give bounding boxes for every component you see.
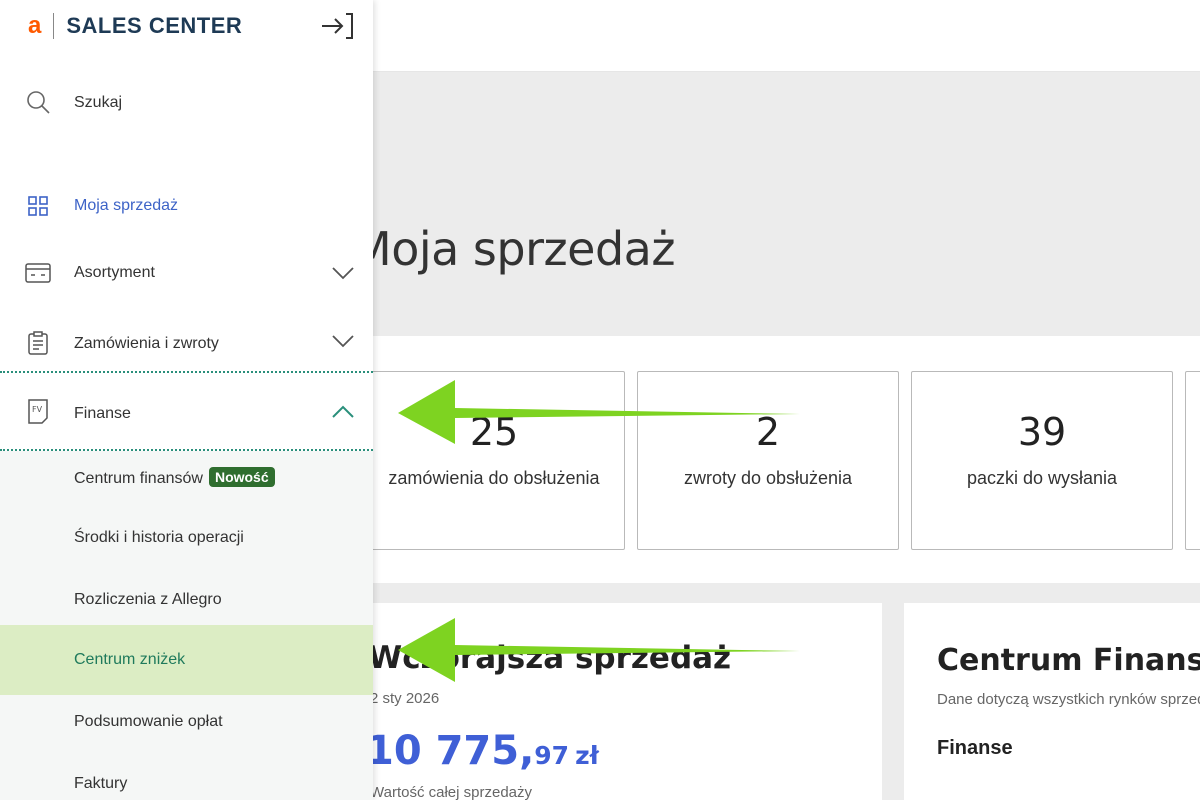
- svg-text:FV: FV: [32, 405, 43, 414]
- grid-icon: [28, 196, 48, 216]
- sidebar-subitem-centrum-finansow[interactable]: Centrum finansów Nowość: [0, 451, 373, 513]
- sidebar-item-zamowienia[interactable]: Zamówienia i zwroty: [0, 313, 373, 373]
- search-label: Szukaj: [74, 94, 123, 111]
- sidebar-item-finanse[interactable]: FV Finanse: [0, 371, 373, 451]
- chevron-up-icon: [332, 405, 354, 418]
- stat-card-orders[interactable]: 25 zamówienia do obsłużenia: [363, 371, 625, 550]
- search-item[interactable]: Szukaj: [0, 74, 373, 134]
- sidebar-item-label: Moja sprzedaż: [74, 197, 179, 214]
- sidebar-item-asortyment[interactable]: Asortyment: [0, 243, 373, 303]
- stat-label: zamówienia do obsłużenia: [388, 468, 600, 488]
- sidebar-item-label: Finanse: [74, 405, 131, 422]
- sidebar-subitem-label: Centrum zniżek: [74, 651, 186, 668]
- sidebar-subitem-text: Centrum finansów: [74, 470, 203, 487]
- invoice-icon: FV: [28, 399, 48, 424]
- finance-card-description: Dane dotyczą wszystkich rynków sprzedaży: [937, 691, 1200, 708]
- collapse-sidebar-icon: [322, 13, 353, 39]
- sales-amount: 10 775,97 zł: [366, 728, 599, 774]
- stat-card-partial[interactable]: [1185, 371, 1200, 550]
- sidebar-subitem-podsumowanie[interactable]: Podsumowanie opłat: [0, 695, 373, 753]
- stat-value: 2: [755, 410, 781, 454]
- logo-mark: a: [28, 12, 42, 39]
- clipboard-icon: [28, 331, 48, 355]
- sidebar-subitem-centrum-znizek[interactable]: Centrum zniżek: [0, 625, 373, 695]
- logo[interactable]: a SALES CENTER: [28, 12, 242, 40]
- sidebar-subitem-label: Środki i historia operacji: [74, 529, 244, 546]
- sidebar-subitem-srodki[interactable]: Środki i historia operacji: [0, 513, 373, 575]
- sales-amount-decimal: 97: [534, 741, 570, 770]
- search-icon: [27, 91, 50, 114]
- logo-text: SALES CENTER: [66, 13, 243, 38]
- sidebar-subitem-label: Centrum finansów Nowość: [74, 467, 275, 488]
- new-badge: Nowość: [208, 467, 275, 487]
- sales-amount-currency: zł: [575, 741, 599, 770]
- sidebar-item-label: Zamówienia i zwroty: [74, 335, 219, 352]
- sales-card-subtitle: Wartość całej sprzedaży: [370, 784, 532, 800]
- stat-card-packages[interactable]: 39 paczki do wysłania: [911, 371, 1173, 550]
- stat-label: paczki do wysłania: [966, 468, 1118, 488]
- logo-divider: [53, 13, 55, 39]
- finance-card-title: Centrum Finansów: [937, 643, 1200, 678]
- sales-card-date: 2 sty 2026: [370, 690, 440, 707]
- sidebar-subitem-label: Rozliczenia z Allegro: [74, 591, 222, 608]
- page-title: Moja sprzedaż: [352, 222, 675, 276]
- sidebar-subitem-faktury[interactable]: Faktury: [0, 753, 373, 800]
- collapse-sidebar-button[interactable]: [318, 8, 358, 44]
- stat-label: zwroty do obsłużenia: [683, 468, 853, 488]
- stat-value: 39: [1017, 410, 1067, 454]
- sidebar-subitem-label: Podsumowanie opłat: [74, 713, 223, 730]
- sales-amount-integer: 10 775,: [366, 728, 535, 774]
- sidebar-item-label: Asortyment: [74, 264, 155, 281]
- stat-value: 25: [469, 410, 519, 454]
- stat-card-returns[interactable]: 2 zwroty do obsłużenia: [637, 371, 899, 550]
- finance-card-section: Finanse: [937, 737, 1013, 759]
- sidebar: a SALES CENTER Szukaj Moja sprzedaż Asor…: [0, 0, 373, 800]
- sidebar-subitem-rozliczenia[interactable]: Rozliczenia z Allegro: [0, 575, 373, 625]
- box-icon: [25, 263, 51, 283]
- chevron-down-icon: [332, 267, 354, 280]
- chevron-down-icon: [332, 335, 354, 348]
- sales-card-title: Wczorajsza sprzedaż: [368, 640, 732, 676]
- sidebar-item-moja-sprzedaz[interactable]: Moja sprzedaż: [0, 176, 373, 236]
- sidebar-subitem-label: Faktury: [74, 775, 128, 792]
